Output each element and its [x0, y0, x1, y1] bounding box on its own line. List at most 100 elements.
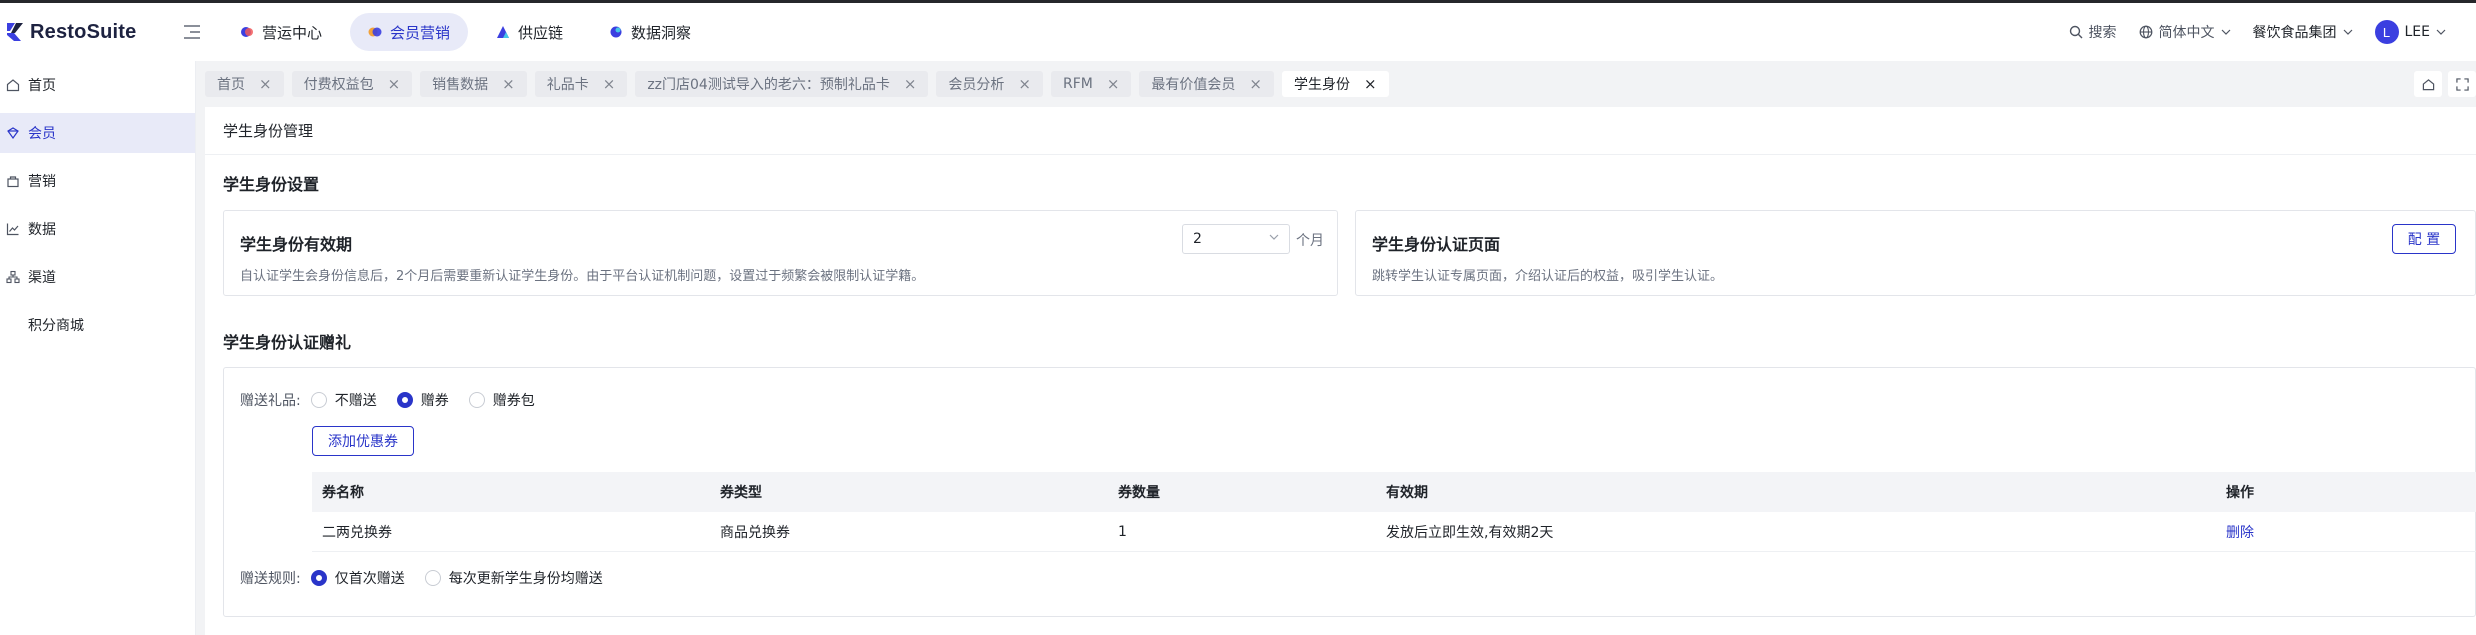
- gift-section-title: 学生身份认证赠礼: [223, 333, 352, 352]
- close-icon[interactable]: ×: [1249, 76, 1262, 92]
- validity-unit: 个月: [1296, 233, 1324, 249]
- tab-student-identity[interactable]: 学生身份 ×: [1282, 71, 1389, 97]
- coupon-validity: 发放后立即生效,有效期2天: [1386, 524, 1554, 541]
- coupon-quantity: 1: [1118, 523, 1127, 540]
- close-icon[interactable]: ×: [603, 76, 616, 92]
- sidebar-item-label: 首页: [28, 78, 56, 94]
- marketing-icon: [7, 176, 19, 188]
- radio-gift-coupon[interactable]: 赠券: [396, 390, 449, 410]
- sidebar-item-label: 数据: [28, 222, 56, 238]
- table-header: 券名称 券类型 券数量 有效期 操作: [312, 472, 2476, 512]
- close-icon[interactable]: ×: [1107, 76, 1120, 92]
- radio-circle: [310, 570, 327, 586]
- app-logo[interactable]: RestoSuite: [6, 21, 184, 44]
- close-icon[interactable]: ×: [388, 76, 401, 92]
- topnav-label: 供应链: [518, 23, 564, 42]
- topnav-label: 数据洞察: [631, 23, 692, 42]
- tab-label: 首页: [217, 77, 245, 93]
- radio-circle: [396, 392, 413, 408]
- auth-page-description: 跳转学生认证专属页面，介绍认证后的权益，吸引学生认证。: [1372, 269, 1724, 284]
- expand-icon: [2455, 77, 2469, 91]
- topnav-data-insight[interactable]: 数据洞察: [591, 13, 709, 51]
- tab-prepaid-gift-card[interactable]: zz门店04测试导入的老六：预制礼品卡 ×: [635, 71, 929, 97]
- close-icon[interactable]: ×: [259, 76, 272, 92]
- member-icon: [7, 127, 19, 140]
- topnav-label: 营运中心: [262, 23, 323, 42]
- tab-home[interactable]: 首页 ×: [205, 71, 284, 97]
- search-icon: [2069, 25, 2082, 39]
- language-label: 简体中文: [2158, 25, 2215, 41]
- search-label: 搜索: [2088, 25, 2117, 41]
- tab-paid-benefits[interactable]: 付费权益包 ×: [291, 71, 413, 97]
- radio-every-update[interactable]: 每次更新学生身份均赠送: [424, 568, 603, 588]
- tab-label: 礼品卡: [546, 77, 589, 93]
- fullscreen-button[interactable]: [2448, 71, 2476, 97]
- topnav-membership[interactable]: 会员营销: [350, 13, 469, 51]
- column-header: 有效期: [1386, 485, 1428, 501]
- page-title: 学生身份管理: [205, 107, 2476, 155]
- configure-button[interactable]: 配 置: [2392, 224, 2456, 254]
- sidebar-item-points-mall[interactable]: 积分商城: [0, 305, 195, 345]
- topnav-label: 会员营销: [390, 23, 451, 42]
- tab-label: 会员分析: [948, 77, 1005, 93]
- add-coupon-button[interactable]: 添加优惠券: [312, 426, 414, 456]
- avatar: L: [2374, 20, 2399, 44]
- operations-icon: [241, 27, 253, 37]
- coupon-table: 券名称 券类型 券数量 有效期 操作 二两兑换券 商品兑换券 1 发放后立即生效…: [312, 472, 2476, 552]
- sidebar-item-home[interactable]: 首页: [0, 65, 195, 105]
- sidebar-item-channel[interactable]: 渠道: [0, 257, 195, 297]
- tab-sales-data[interactable]: 销售数据 ×: [420, 71, 527, 97]
- chart-icon: [6, 223, 19, 236]
- sidebar-item-marketing[interactable]: 营销: [0, 161, 195, 201]
- column-header: 券类型: [720, 485, 762, 501]
- close-icon[interactable]: ×: [502, 76, 515, 92]
- tab-label: zz门店04测试导入的老六：预制礼品卡: [647, 77, 890, 93]
- tab-most-valuable-members[interactable]: 最有价值会员 ×: [1139, 71, 1274, 97]
- validity-title: 学生身份有效期: [240, 235, 353, 254]
- tab-member-analysis[interactable]: 会员分析 ×: [936, 71, 1043, 97]
- radio-gift-coupon-pack[interactable]: 赠券包: [468, 390, 535, 410]
- close-icon[interactable]: ×: [904, 76, 917, 92]
- home-tab-button[interactable]: [2414, 71, 2442, 97]
- validity-value: 2: [1193, 231, 1202, 247]
- org-selector[interactable]: 餐饮食品集团: [2253, 22, 2353, 42]
- radio-circle: [468, 392, 485, 408]
- home-icon: [6, 79, 20, 92]
- auth-page-title: 学生身份认证页面: [1372, 235, 1501, 254]
- top-header: RestoSuite 营运中心 会员营销 供应链 数据洞察 搜索 简体中文 餐饮…: [0, 3, 2476, 61]
- radio-first-time-only[interactable]: 仅首次赠送: [310, 568, 405, 588]
- validity-card: 学生身份有效期 自认证学生会身份信息后，2个月后需要重新认证学生身份。由于平台认…: [223, 210, 1338, 296]
- user-menu[interactable]: L LEE: [2374, 20, 2447, 44]
- radio-label: 仅首次赠送: [334, 571, 405, 587]
- validity-description: 自认证学生会身份信息后，2个月后需要重新认证学生身份。由于平台认证机制问题，设置…: [240, 269, 925, 284]
- language-selector[interactable]: 简体中文: [2139, 22, 2231, 42]
- topnav-operations[interactable]: 营运中心: [222, 13, 340, 51]
- sidebar: 首页 会员 营销 数据 渠道 积分商城: [0, 61, 196, 635]
- close-icon[interactable]: ×: [1018, 76, 1031, 92]
- coupon-type: 商品兑换券: [720, 524, 790, 541]
- gift-type-label: 赠送礼品:: [240, 393, 301, 409]
- search-button[interactable]: 搜索: [2069, 22, 2117, 42]
- tab-tools: [2408, 71, 2476, 97]
- sidebar-item-label: 营销: [28, 174, 56, 190]
- header-actions: 搜索 简体中文 餐饮食品集团 L LEE: [2069, 3, 2476, 61]
- delete-link[interactable]: 删除: [2226, 525, 2254, 541]
- close-icon[interactable]: ×: [1364, 76, 1377, 92]
- radio-no-gift[interactable]: 不赠送: [310, 390, 377, 410]
- main-content: 学生身份管理 学生身份设置 学生身份有效期 自认证学生会身份信息后，2个月后需要…: [205, 107, 2476, 635]
- radio-label: 赠券包: [492, 393, 535, 409]
- coupon-name: 二两兑换券: [322, 524, 392, 541]
- tab-rfm[interactable]: RFM ×: [1050, 71, 1132, 97]
- data-insight-icon: [610, 26, 622, 38]
- radio-circle: [424, 570, 441, 586]
- collapse-menu-icon[interactable]: [184, 25, 200, 39]
- tab-gift-card[interactable]: 礼品卡 ×: [534, 71, 628, 97]
- topnav-supply-chain[interactable]: 供应链: [478, 13, 581, 51]
- sidebar-item-member[interactable]: 会员: [0, 113, 195, 153]
- gift-type-radio-group: 赠送礼品: 不赠送 赠券 赠券包: [240, 390, 555, 410]
- validity-months-select[interactable]: 2: [1182, 224, 1290, 254]
- sidebar-item-data[interactable]: 数据: [0, 209, 195, 249]
- home-icon: [2422, 78, 2434, 90]
- radio-circle: [310, 392, 327, 408]
- chevron-down-icon: [2343, 29, 2352, 35]
